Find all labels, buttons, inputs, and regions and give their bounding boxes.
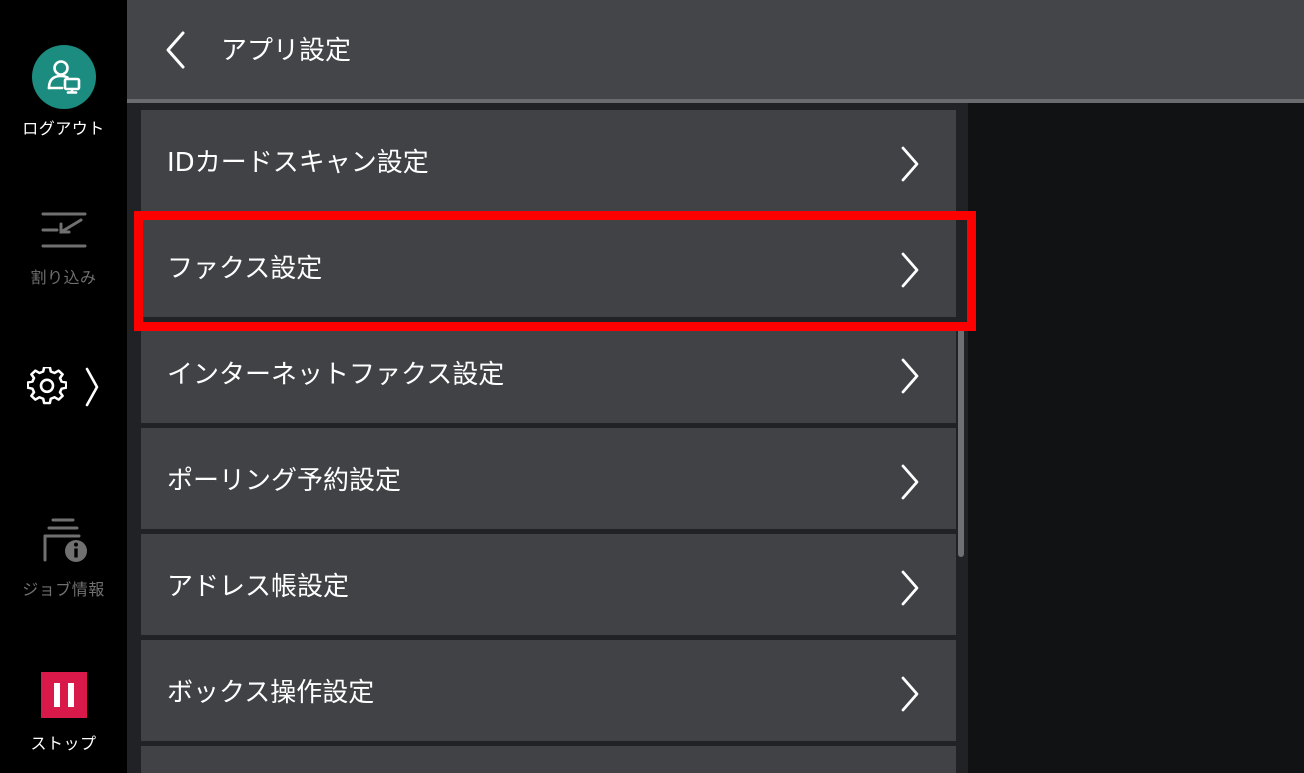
job-info-icon (43, 518, 87, 562)
menu-item-id-card-scan-settings[interactable]: IDカードスキャン設定 (141, 110, 956, 211)
menu-item-box-operation-settings[interactable]: ボックス操作設定 (141, 640, 956, 741)
chevron-left-icon (166, 31, 185, 69)
back-button[interactable] (150, 24, 200, 76)
menu-item-label: アドレス帳設定 (167, 572, 350, 602)
menu-item-label: ファクス設定 (167, 254, 323, 284)
chevron-right-icon (85, 367, 98, 407)
chevron-right-icon (901, 146, 919, 182)
chevron-right-icon (901, 570, 919, 606)
chevron-right-icon (901, 676, 919, 712)
chevron-right-icon (901, 464, 919, 500)
menu-item-address-book-settings[interactable]: アドレス帳設定 (141, 534, 956, 635)
menu-item-internet-fax-settings[interactable]: インターネットファクス設定 (141, 322, 956, 423)
menu-item-label: ボックス操作設定 (167, 678, 375, 708)
chevron-right-icon (901, 358, 919, 394)
stop-button[interactable]: ストップ (0, 672, 127, 754)
menu-item-polling-reservation-settings[interactable]: ポーリング予約設定 (141, 428, 956, 529)
logout-label: ログアウト (22, 119, 105, 138)
stop-label: ストップ (30, 734, 97, 753)
menu-item-fax-settings[interactable]: ファクス設定 (141, 216, 956, 317)
logout-button[interactable]: ログアウト (0, 45, 127, 139)
user-monitor-icon (31, 45, 96, 109)
chevron-right-icon (901, 252, 919, 288)
page-title: アプリ設定 (221, 36, 352, 66)
interrupt-label: 割り込み (30, 268, 97, 287)
gear-icon (26, 367, 67, 405)
menu-item-partial[interactable] (141, 746, 956, 773)
pause-icon (40, 672, 87, 718)
menu-item-label: インターネットファクス設定 (167, 360, 505, 390)
settings-button[interactable] (0, 362, 127, 412)
menu-item-label: IDカードスキャン設定 (167, 148, 429, 178)
detail-pane (968, 103, 1304, 773)
app-settings-screen: ログアウト 割り込み ジョブ情報 ストップ アプリ設定 IDカードスキャン設定 … (0, 0, 1304, 773)
interrupt-icon (41, 212, 86, 248)
job-info-button[interactable]: ジョブ情報 (0, 516, 127, 600)
scrollbar[interactable] (958, 325, 964, 557)
interrupt-button[interactable]: 割り込み (0, 208, 127, 288)
sidebar: ログアウト 割り込み ジョブ情報 ストップ (0, 0, 127, 773)
menu-item-label: ポーリング予約設定 (167, 466, 402, 496)
job-info-label: ジョブ情報 (22, 580, 105, 599)
